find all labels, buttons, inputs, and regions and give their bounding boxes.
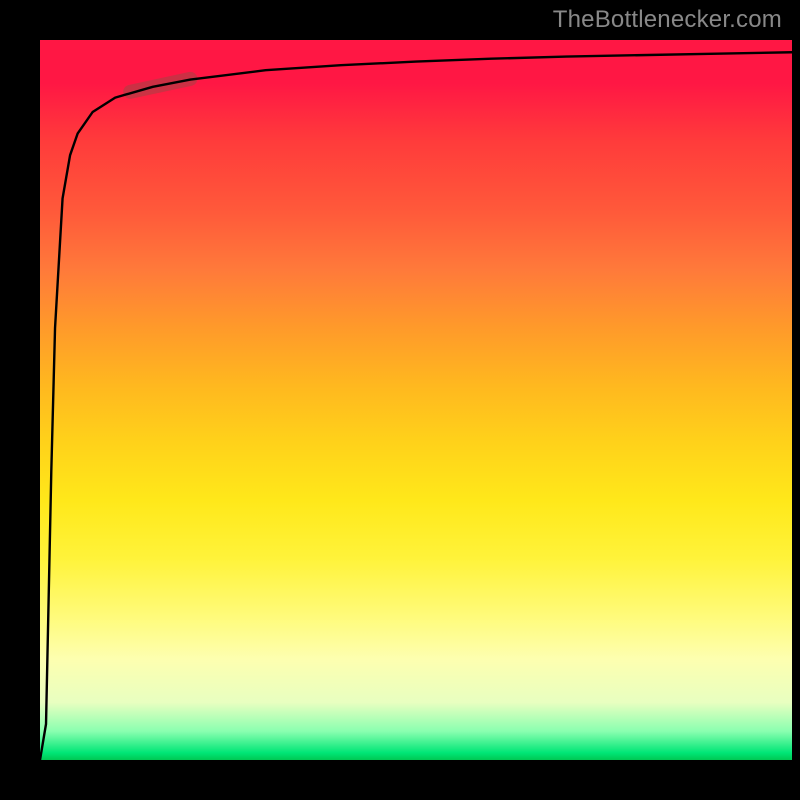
chart-plot-area bbox=[40, 40, 792, 760]
chart-svg bbox=[40, 40, 792, 760]
curve-line bbox=[40, 52, 792, 760]
attribution-text: TheBottlenecker.com bbox=[553, 6, 782, 34]
